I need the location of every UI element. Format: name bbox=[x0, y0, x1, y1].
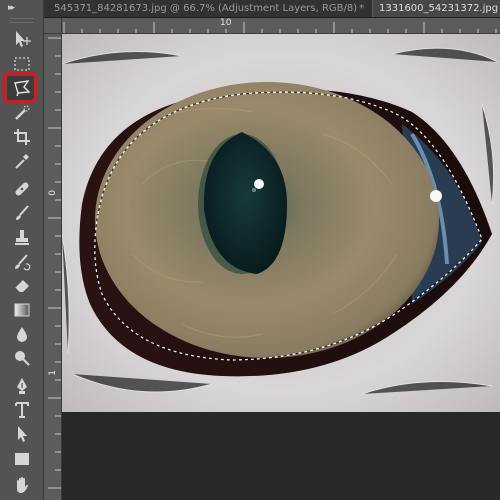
type-icon bbox=[15, 402, 29, 418]
gradient-icon bbox=[14, 303, 30, 317]
spot-healing-brush-tool[interactable] bbox=[7, 177, 37, 201]
ruler-origin[interactable] bbox=[44, 18, 62, 34]
document-tab-active[interactable]: 1331600_54231372.jpg bbox=[372, 0, 500, 17]
ruler-label: 1 bbox=[48, 370, 58, 376]
eraser-icon bbox=[14, 280, 29, 293]
pen-tool[interactable] bbox=[7, 374, 37, 398]
type-tool[interactable] bbox=[7, 398, 37, 422]
pen-icon bbox=[17, 378, 27, 394]
path-selection-icon bbox=[18, 426, 27, 442]
eyedropper-icon bbox=[15, 154, 29, 169]
panel-collapse-button[interactable]: ▸▸ bbox=[8, 3, 15, 13]
rectangle-icon bbox=[15, 453, 29, 465]
tab-modified-marker: * bbox=[359, 3, 365, 14]
quick-selection-tool[interactable] bbox=[7, 101, 37, 125]
gradient-tool[interactable] bbox=[7, 298, 37, 322]
clone-stamp-tool[interactable] bbox=[7, 226, 37, 250]
panel-grip[interactable] bbox=[10, 18, 34, 23]
cat-eye-photo bbox=[62, 34, 500, 412]
history-brush-icon bbox=[15, 254, 31, 271]
ruler-label: 0 bbox=[48, 190, 58, 196]
path-selection-tool[interactable] bbox=[7, 422, 37, 446]
move-icon bbox=[16, 31, 31, 47]
crop-tool[interactable] bbox=[7, 125, 37, 149]
tab-title: 545371_84281673.jpg @ 66.7% (Adjustment … bbox=[54, 3, 358, 14]
document-canvas[interactable] bbox=[62, 34, 500, 500]
history-brush-tool[interactable] bbox=[7, 250, 37, 274]
vertical-ruler[interactable]: 0 1 bbox=[44, 34, 62, 500]
eyedropper-tool[interactable] bbox=[7, 149, 37, 173]
tab-title: 1331600_54231372.jpg bbox=[379, 3, 499, 14]
dodge-tool[interactable] bbox=[7, 346, 37, 370]
selected-tool-highlight bbox=[3, 72, 37, 103]
marquee-icon bbox=[14, 57, 30, 71]
blur-tool[interactable] bbox=[7, 322, 37, 346]
horizontal-ruler[interactable]: 10 bbox=[62, 18, 500, 34]
crop-icon bbox=[14, 129, 30, 145]
quick-selection-icon bbox=[15, 105, 30, 120]
document-tab-bar: 545371_84281673.jpg @ 66.7% (Adjustment … bbox=[44, 0, 500, 18]
move-tool[interactable] bbox=[7, 27, 37, 51]
hand-tool[interactable] bbox=[7, 473, 37, 497]
eraser-tool[interactable] bbox=[7, 274, 37, 298]
hand-icon bbox=[17, 477, 28, 493]
tools-panel: ▸▸ bbox=[0, 0, 44, 500]
stamp-icon bbox=[15, 230, 29, 245]
ruler-ticks bbox=[48, 37, 61, 489]
brush-icon bbox=[16, 205, 29, 220]
blur-drop-icon bbox=[17, 327, 27, 342]
ruler-label: 10 bbox=[220, 18, 232, 28]
document-tab-inactive[interactable]: 545371_84281673.jpg @ 66.7% (Adjustment … bbox=[54, 0, 372, 17]
ruler-ticks bbox=[63, 22, 497, 33]
bandage-icon bbox=[15, 182, 29, 196]
rectangle-tool[interactable] bbox=[7, 447, 37, 471]
dodge-icon bbox=[15, 351, 30, 366]
brush-tool[interactable] bbox=[7, 201, 37, 225]
